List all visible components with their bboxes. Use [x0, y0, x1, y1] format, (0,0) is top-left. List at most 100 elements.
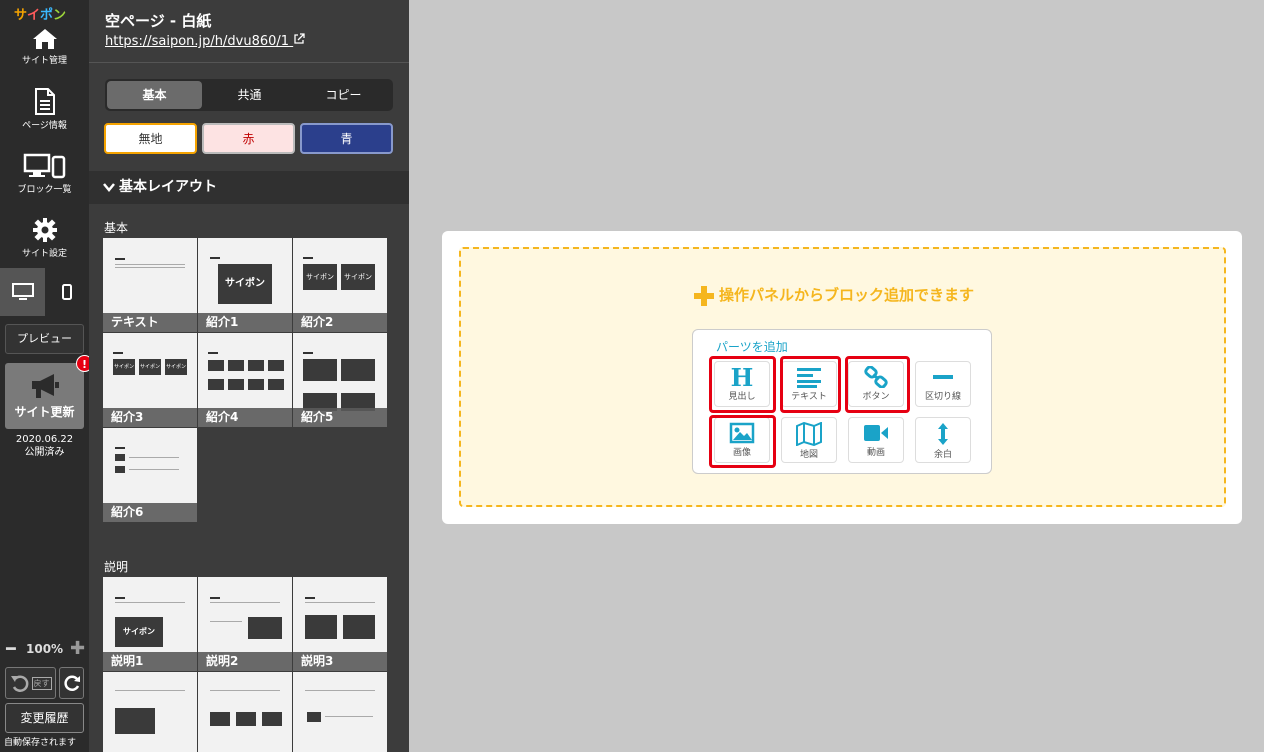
- thumb-caption: テキスト: [103, 313, 197, 332]
- layout-thumb[interactable]: 説明2: [198, 577, 292, 671]
- desktop-view-button[interactable]: [0, 268, 45, 316]
- layout-thumb[interactable]: 紹介6: [103, 428, 197, 522]
- mock-heading: [115, 447, 125, 449]
- mock-image: サイポン: [218, 264, 272, 304]
- mock-image: [343, 615, 375, 639]
- mock-image: [248, 617, 282, 639]
- mock-line: [305, 690, 375, 691]
- color-red-button[interactable]: 赤: [202, 123, 295, 154]
- thumb-caption: 説明2: [198, 652, 292, 671]
- logo-char: ン: [53, 8, 67, 23]
- megaphone-icon: [31, 374, 59, 398]
- site-manage-button[interactable]: サイト管理: [0, 28, 89, 66]
- color-plain-button[interactable]: 無地: [104, 123, 197, 154]
- publish-info: 2020.06.22 公開済み: [0, 433, 89, 459]
- section-header-basic-layout[interactable]: 基本レイアウト: [89, 171, 409, 204]
- site-update-button[interactable]: サイト更新: [5, 363, 84, 429]
- layout-thumb[interactable]: サイポン サイポン 紹介2: [293, 238, 387, 332]
- mock-line: [210, 621, 242, 622]
- page-url-link[interactable]: https://saipon.jp/h/dvu860/1: [105, 33, 305, 49]
- change-history-button[interactable]: 変更履歴: [5, 703, 84, 733]
- color-blue-button[interactable]: 青: [300, 123, 393, 154]
- highlight-frame: [780, 356, 841, 413]
- layout-thumb[interactable]: 紹介5: [293, 333, 387, 427]
- spacing-icon: [938, 423, 948, 445]
- mock-line: [325, 716, 373, 717]
- mock-line: [210, 602, 280, 603]
- home-icon: [32, 29, 57, 49]
- redo-button[interactable]: [59, 667, 84, 699]
- mock-heading: [208, 352, 218, 354]
- mobile-view-button[interactable]: [45, 268, 89, 316]
- layout-thumb[interactable]: テキスト: [103, 238, 197, 332]
- autosave-note: 自動保存されます: [4, 738, 77, 748]
- mock-image: [341, 359, 375, 381]
- layout-thumb[interactable]: [198, 672, 292, 752]
- mock-heading: [113, 352, 123, 354]
- page-info-label: ページ情報: [22, 121, 67, 131]
- mock-image: [268, 360, 284, 371]
- mock-line: [115, 267, 185, 268]
- layout-thumb[interactable]: [103, 672, 197, 752]
- section-title: 基本レイアウト: [119, 179, 217, 195]
- zoom-level: 100%: [26, 642, 64, 656]
- mock-image: [248, 379, 264, 390]
- mock-image: [262, 712, 282, 726]
- layout-thumb[interactable]: [293, 672, 387, 752]
- desktop-icon: [11, 283, 34, 300]
- undo-icon: [10, 675, 28, 692]
- map-icon: [796, 422, 822, 446]
- preview-button[interactable]: プレビュー: [5, 324, 84, 354]
- thumb-caption: 紹介6: [103, 503, 197, 522]
- block-list-label: ブロック一覧: [17, 185, 72, 195]
- page-info-button[interactable]: ページ情報: [0, 88, 89, 131]
- add-video-button[interactable]: 動画: [848, 417, 904, 463]
- block-list-button[interactable]: ブロック一覧: [0, 153, 89, 195]
- add-block-hint: 操作パネルからブロック追加できます: [693, 284, 974, 307]
- thumb-caption: 紹介1: [198, 313, 292, 332]
- mock-line: [210, 690, 280, 691]
- undo-button[interactable]: 戻す: [5, 667, 56, 699]
- site-settings-button[interactable]: サイト設定: [0, 217, 89, 259]
- mock-heading: [210, 597, 220, 599]
- part-label: 区切り線: [924, 392, 961, 402]
- zoom-in-button[interactable]: ✚: [70, 638, 85, 659]
- logo-char: サ: [14, 8, 28, 23]
- layout-thumb[interactable]: サイポン 説明1: [103, 577, 197, 671]
- part-label: 地図: [799, 450, 818, 460]
- saipon-logo[interactable]: サイポン: [14, 4, 66, 23]
- mock-image: [228, 379, 244, 390]
- mock-image: [208, 360, 224, 371]
- plus-icon: [694, 285, 714, 306]
- part-label: 動画: [866, 448, 885, 458]
- add-spacing-button[interactable]: 余白: [915, 417, 971, 463]
- layout-thumb[interactable]: サイポン サイポン サイポン 紹介3: [103, 333, 197, 427]
- tab-copy[interactable]: コピー: [296, 81, 391, 109]
- publish-date: 2020.06.22: [15, 434, 74, 445]
- mock-line: [305, 602, 375, 603]
- mock-image: [210, 712, 230, 726]
- mock-image: サイポン: [303, 264, 337, 290]
- layout-thumb[interactable]: サイポン 紹介1: [198, 238, 292, 332]
- logo-char: ポ: [40, 8, 54, 23]
- zoom-out-button[interactable]: ━: [6, 640, 16, 658]
- mock-heading: [115, 597, 125, 599]
- add-divider-button[interactable]: 区切り線: [915, 361, 971, 407]
- thumb-caption: 紹介4: [198, 408, 292, 427]
- layout-thumb[interactable]: 説明3: [293, 577, 387, 671]
- add-map-button[interactable]: 地図: [781, 417, 837, 463]
- layout-thumb[interactable]: 紹介4: [198, 333, 292, 427]
- page-title: 空ページ - 白紙: [105, 12, 212, 30]
- tab-common[interactable]: 共通: [202, 81, 297, 109]
- mock-heading: [115, 258, 125, 260]
- mock-image: [228, 360, 244, 371]
- mock-image: サイポン: [341, 264, 375, 290]
- part-label: 余白: [933, 450, 952, 460]
- thumb-caption: 紹介2: [293, 313, 387, 332]
- mock-heading: [210, 257, 220, 259]
- mock-image: [268, 379, 284, 390]
- site-update-label: サイト更新: [14, 405, 75, 419]
- mock-line: [115, 690, 185, 691]
- tab-basic[interactable]: 基本: [107, 81, 202, 109]
- block-panel: 空ページ - 白紙 https://saipon.jp/h/dvu860/1 基…: [89, 0, 409, 752]
